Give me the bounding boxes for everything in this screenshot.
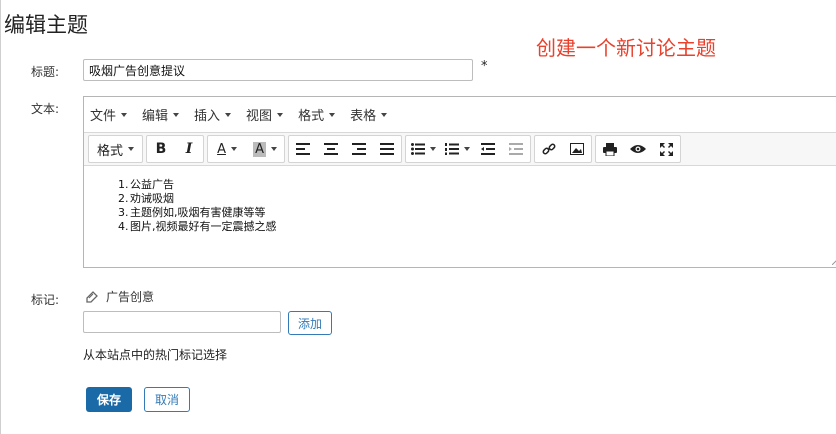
title-input[interactable] [83,59,473,81]
menu-insert[interactable]: 插入 [194,105,232,124]
list-group [405,135,532,163]
editor-menubar: 文件 编辑 插入 视图 格式 表格 [84,97,836,132]
insert-group [534,135,593,163]
caret-down-icon [429,147,436,151]
tag-icon [86,290,98,303]
list-text: 公益广告 [130,178,174,191]
italic-button[interactable]: I [175,136,203,162]
format-label: 格式 [97,143,124,159]
list-text: 图片,视频最好有一定震撼之感 [130,220,277,233]
menu-label: 编辑 [142,109,169,124]
cancel-button[interactable]: 取消 [144,387,190,412]
resize-handle-icon[interactable] [832,257,836,265]
required-mark: * [481,59,488,74]
editor-toolbar: 格式 B I A A [84,132,836,166]
caret-down-icon [128,147,135,151]
menu-view[interactable]: 视图 [246,105,284,124]
fullscreen-icon[interactable] [652,136,680,162]
bullet-list-icon[interactable] [406,136,440,162]
link-icon[interactable] [535,136,563,162]
editor-content[interactable]: 1. 公益广告 2. 劝诫吸烟 3. 主题例如,吸烟有害健康等等 4. 图片,视频最好有… [84,166,836,234]
tag-text: 广告创意 [106,290,155,304]
format-group: 格式 [88,135,144,163]
style-group: B I [146,135,205,163]
list-text: 主题例如,吸烟有害健康等等 [130,206,266,219]
menu-label: 文件 [90,109,117,124]
caret-down-icon [225,112,232,117]
menu-format[interactable]: 格式 [298,105,336,124]
print-icon[interactable] [596,136,624,162]
menu-file[interactable]: 文件 [90,105,128,124]
caret-down-icon [230,147,237,151]
caret-down-icon [329,112,336,117]
left-border [0,0,1,434]
caret-down-icon [121,112,128,117]
list-number: 2. [118,192,129,205]
align-right-icon[interactable] [345,136,373,162]
body-label: 文本: [31,102,60,116]
font-color-button[interactable]: A [208,136,246,162]
bold-button[interactable]: B [147,136,175,162]
caret-down-icon [270,147,277,151]
color-group: A A [207,135,286,163]
font-color-icon: A [217,141,226,157]
view-group [595,135,682,163]
tag-item: 广告创意 [86,288,154,305]
popular-tags-link[interactable]: 从本站点中的热门标记选择 [83,346,227,363]
caret-down-icon [381,112,388,117]
caret-down-icon [173,112,180,117]
list-number: 3. [118,206,129,219]
list-number: 4. [118,220,129,233]
menu-edit[interactable]: 编辑 [142,105,180,124]
save-button[interactable]: 保存 [86,387,132,412]
align-justify-icon[interactable] [373,136,401,162]
numbered-list-icon[interactable] [440,136,474,162]
image-icon[interactable] [563,136,591,162]
add-tag-button[interactable]: 添加 [288,311,332,335]
list-number: 1. [118,178,129,191]
annotation-text: 创建一个新讨论主题 [536,36,716,60]
numbered-list: 1. 公益广告 2. 劝诫吸烟 3. 主题例如,吸烟有害健康等等 4. 图片,视频最好有… [118,178,836,234]
title-label: 标题: [31,65,60,79]
menu-label: 表格 [350,109,377,124]
preview-icon[interactable] [624,136,652,162]
bg-color-button[interactable]: A [246,136,284,162]
format-dropdown[interactable]: 格式 [89,136,142,162]
align-left-icon[interactable] [289,136,317,162]
indent-icon[interactable] [502,136,530,162]
tags-label: 标记: [31,293,60,307]
list-text: 劝诫吸烟 [130,192,174,205]
list-item: 4. 图片,视频最好有一定震撼之感 [118,220,836,234]
caret-down-icon [277,112,284,117]
menu-table[interactable]: 表格 [350,105,388,124]
menu-label: 插入 [194,109,221,124]
list-item: 2. 劝诫吸烟 [118,192,836,206]
menu-label: 格式 [298,109,325,124]
rich-text-editor[interactable]: 文件 编辑 插入 视图 格式 表格 格式 B I A A 1. 公益广告 2. … [83,96,836,268]
page-title: 编辑主题 [4,13,88,37]
outdent-icon[interactable] [474,136,502,162]
menu-label: 视图 [246,109,273,124]
align-group [288,135,403,163]
list-item: 1. 公益广告 [118,178,836,192]
list-item: 3. 主题例如,吸烟有害健康等等 [118,206,836,220]
align-center-icon[interactable] [317,136,345,162]
bg-color-icon: A [253,141,266,157]
tag-input[interactable] [83,311,281,333]
caret-down-icon [463,147,470,151]
